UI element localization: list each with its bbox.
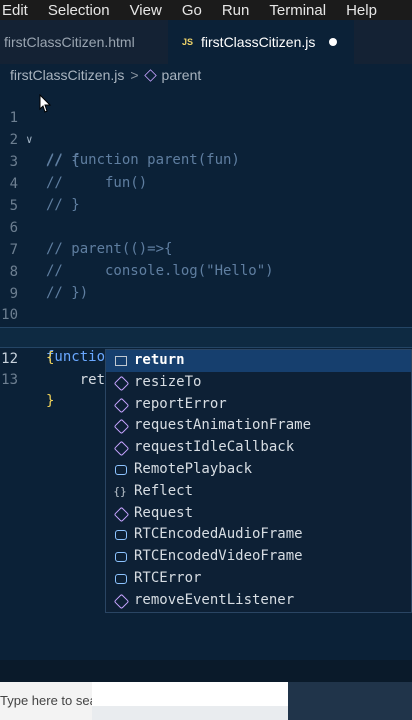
suggestion-item[interactable]: RTCError — [106, 568, 411, 590]
code-text: ret — [46, 370, 108, 391]
code-line[interactable]: 2 // { — [0, 109, 412, 169]
menu-bar: Edit Selection View Go Run Terminal Help — [0, 0, 412, 20]
class-icon — [115, 530, 127, 541]
method-cube-icon — [113, 593, 130, 610]
suggestion-label: requestIdleCallback — [134, 439, 295, 456]
suggestion-label: return — [134, 352, 185, 368]
method-cube-icon — [113, 440, 130, 457]
autocomplete-suggestions: return resizeTo reportError requestAnima… — [105, 349, 412, 613]
suggestion-item[interactable]: removeEventListener — [106, 590, 411, 612]
menu-go[interactable]: Go — [182, 2, 202, 19]
breadcrumb-symbol[interactable]: parent — [162, 67, 202, 83]
taskbar-search-input[interactable]: Type here to search — [0, 682, 92, 720]
suggestion-label: reportError — [134, 395, 227, 412]
suggestion-item[interactable]: requestAnimationFrame — [106, 415, 411, 437]
suggestion-label: RemotePlayback — [134, 460, 253, 477]
tab-label: firstClassCitizen.html — [4, 34, 135, 50]
code-line[interactable]: 4 // } — [0, 153, 412, 213]
menu-run[interactable]: Run — [222, 2, 250, 19]
code-line[interactable]: 3 // fun() — [0, 131, 412, 191]
menu-terminal[interactable]: Terminal — [269, 2, 326, 19]
code-line[interactable]: 1 ∨ // function parent(fun) — [0, 87, 412, 168]
menu-edit[interactable]: Edit — [2, 2, 28, 19]
code-line[interactable]: 8 // }) — [0, 241, 412, 301]
suggestion-label: RTCEncodedAudioFrame — [134, 526, 303, 543]
menu-view[interactable]: View — [130, 2, 162, 19]
method-cube-icon — [113, 506, 130, 522]
method-cube-icon — [113, 397, 130, 413]
line-number: 13 — [1, 372, 18, 388]
typed-text: ret — [46, 372, 106, 388]
tab-firstclasscitizen-js[interactable]: JS firstClassCitizen.js — [168, 20, 354, 64]
class-icon — [115, 552, 127, 563]
suggestion-label: resizeTo — [134, 373, 202, 390]
suggestion-item[interactable]: {} Reflect — [106, 481, 411, 503]
tab-label: firstClassCitizen.js — [201, 34, 316, 50]
unsaved-dot-icon[interactable] — [329, 38, 338, 46]
code-line[interactable]: 9 — [0, 263, 412, 302]
suggestion-item[interactable]: RTCEncodedVideoFrame — [106, 546, 411, 568]
suggestion-label: removeEventListener — [134, 591, 295, 608]
editor-tab-bar: firstClassCitizen.html JS firstClassCiti… — [0, 20, 412, 64]
current-code-line[interactable]: 12 ret — [0, 327, 412, 389]
namespace-braces-icon: {} — [113, 484, 127, 498]
taskbar-window-preview[interactable] — [92, 682, 288, 706]
suggestion-label: requestAnimationFrame — [134, 417, 312, 434]
suggestion-label: RTCError — [134, 569, 202, 586]
suggestion-item[interactable]: RemotePlayback — [106, 459, 411, 481]
method-cube-icon — [113, 419, 130, 435]
mouse-pointer-icon — [39, 94, 52, 113]
taskbar-tray[interactable] — [288, 682, 412, 720]
status-bar — [0, 660, 412, 682]
suggestion-item[interactable]: resizeTo — [106, 372, 411, 394]
code-line[interactable]: 10 ∨ function parent() — [0, 284, 412, 365]
js-file-icon: JS — [182, 37, 194, 47]
function-cube-icon — [143, 68, 157, 82]
code-line[interactable]: 11 { — [0, 306, 412, 366]
menu-selection[interactable]: Selection — [48, 2, 110, 19]
code-line[interactable]: 6 // parent(()=>{ — [0, 197, 412, 257]
code-line[interactable]: 5 — [0, 175, 412, 214]
menu-help[interactable]: Help — [346, 2, 377, 19]
code-line[interactable]: 7 // console.log("Hello") — [0, 219, 412, 279]
chevron-right-icon: > — [130, 67, 139, 83]
breadcrumb: firstClassCitizen.js > parent — [0, 64, 412, 86]
code-text: } — [46, 393, 55, 409]
suggestion-item[interactable]: requestIdleCallback — [106, 437, 411, 459]
suggestion-item[interactable]: reportError — [106, 394, 411, 416]
class-icon — [115, 573, 127, 584]
tab-firstclasscitizen-html[interactable]: firstClassCitizen.html — [0, 20, 168, 64]
suggestion-item[interactable]: RTCEncodedAudioFrame — [106, 524, 411, 546]
suggestion-item[interactable]: Request — [106, 503, 411, 525]
suggestion-label: RTCEncodedVideoFrame — [134, 548, 303, 565]
breadcrumb-file[interactable]: firstClassCitizen.js — [0, 67, 124, 83]
class-icon — [115, 464, 127, 475]
suggestion-item[interactable]: return — [106, 350, 411, 372]
method-cube-icon — [113, 375, 130, 392]
suggestion-label: Request — [134, 504, 194, 521]
keyword-icon — [115, 356, 127, 366]
windows-taskbar: Type here to search — [0, 682, 412, 720]
suggestion-label: Reflect — [134, 482, 194, 499]
